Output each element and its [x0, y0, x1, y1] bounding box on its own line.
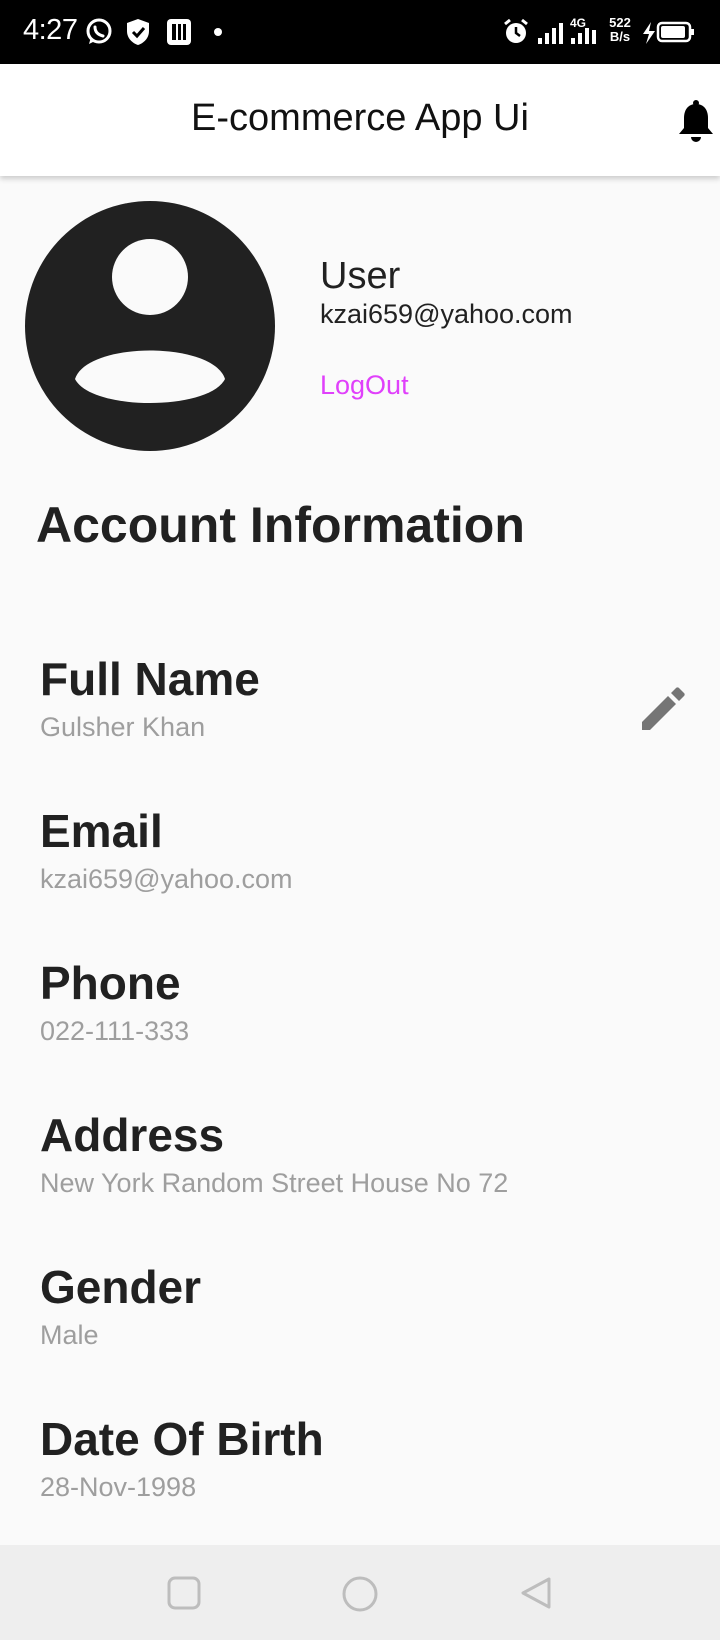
- network-speed-unit: B/s: [609, 29, 631, 44]
- field-value: Male: [40, 1320, 99, 1350]
- field-gender: Gender Male: [40, 1260, 680, 1351]
- field-label: Phone: [40, 957, 181, 1009]
- logout-button[interactable]: LogOut: [320, 370, 409, 401]
- section-title: Account Information: [36, 497, 525, 553]
- account-circle-icon: [25, 201, 275, 451]
- home-circle-icon[interactable]: [341, 1575, 379, 1613]
- signal-icon-2: [571, 28, 596, 44]
- field-value: 28-Nov-1998: [40, 1472, 197, 1502]
- dot-icon: [214, 28, 222, 36]
- system-nav-bar: [0, 1545, 720, 1640]
- back-triangle-icon[interactable]: [518, 1575, 554, 1611]
- field-label: Full Name: [40, 653, 260, 705]
- field-date-of-birth: Date Of Birth 28-Nov-1998: [40, 1412, 680, 1503]
- field-label: Email: [40, 805, 163, 857]
- field-label: Gender: [40, 1261, 202, 1313]
- field-value: kzai659@yahoo.com: [40, 864, 293, 894]
- app-bar: E-commerce App Ui: [0, 64, 720, 176]
- field-phone: Phone 022-111-333: [40, 956, 680, 1047]
- profile-email: kzai659@yahoo.com: [320, 299, 573, 329]
- field-value: Gulsher Khan: [40, 712, 206, 742]
- field-value: New York Random Street House No 72: [40, 1168, 509, 1198]
- field-email: Email kzai659@yahoo.com: [40, 804, 680, 895]
- app-title: E-commerce App Ui: [191, 97, 529, 139]
- field-value: 022-111-333: [40, 1016, 190, 1046]
- field-label: Date Of Birth: [40, 1413, 324, 1465]
- field-label: Address: [40, 1109, 225, 1161]
- network-speed-value: 522: [609, 15, 631, 30]
- recents-square-icon[interactable]: [166, 1575, 202, 1611]
- field-full-name: Full Name Gulsher Khan: [40, 652, 680, 743]
- field-address: Address New York Random Street House No …: [40, 1108, 680, 1199]
- battery-icon: [643, 21, 694, 44]
- profile-name: User: [320, 255, 401, 297]
- status-bar: 4:27 4G 522 B/s: [0, 0, 720, 64]
- signal-icon: [538, 23, 563, 44]
- shield-icon: [127, 19, 149, 45]
- alarm-icon: [504, 18, 528, 43]
- whatsapp-icon: [86, 18, 112, 44]
- bell-icon[interactable]: [676, 100, 716, 144]
- parking-icon: [167, 19, 191, 45]
- status-time: 4:27: [23, 14, 78, 46]
